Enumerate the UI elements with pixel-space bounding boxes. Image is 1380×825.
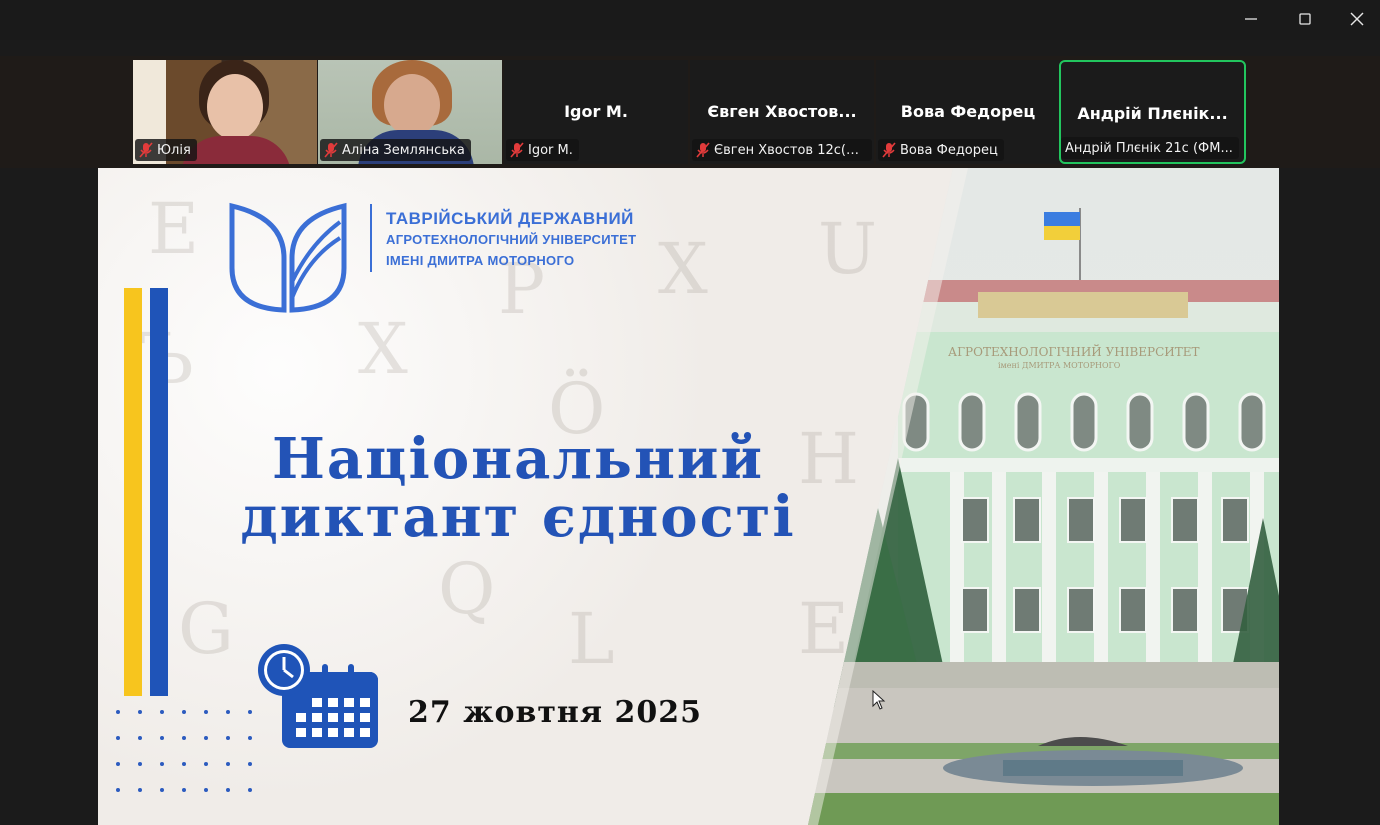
participant-name-tag: Євген Хвостов 12с(Ф... <box>692 139 872 161</box>
participant-tag-label: Юлія <box>157 142 191 158</box>
slide-date: 27 жовтня 2025 <box>408 695 702 730</box>
participant-tag-label: Андрій Плєнік 21с (ФМ... <box>1065 140 1233 156</box>
participant-display-name: Вова Федорец <box>900 102 1036 121</box>
building-sign-line2: імені ДМИТРА МОТОРНОГО <box>998 361 1121 370</box>
participant-tile-active-speaker[interactable]: Андрій Плєнік... Андрій Плєнік 21с (ФМ..… <box>1059 60 1246 164</box>
title-bar <box>0 0 1380 40</box>
participant-tag-label: Igor M. <box>528 142 573 158</box>
video-person-face <box>207 74 263 140</box>
university-name-line1: ТАВРІЙСЬКИЙ ДЕРЖАВНИЙ <box>386 209 634 228</box>
mouse-cursor-icon <box>872 690 886 710</box>
maximize-button[interactable] <box>1282 0 1328 38</box>
participant-tile[interactable]: Аліна Землянська <box>318 60 502 164</box>
participant-tile[interactable]: Вова Федорец Вова Федорец <box>876 60 1060 164</box>
university-name-line2: АГРОТЕХНОЛОГІЧНИЙ УНІВЕРСИТЕТ <box>386 232 637 247</box>
participant-name-tag: Вова Федорец <box>878 139 1004 161</box>
participant-tile[interactable]: Євген Хвостов... Євген Хвостов 12с(Ф... <box>690 60 874 164</box>
participant-tile[interactable]: Igor M. Igor M. <box>504 60 688 164</box>
mic-muted-icon <box>510 142 524 158</box>
close-button[interactable] <box>1334 0 1380 38</box>
calendar-clock-icon <box>258 644 378 748</box>
slide-title-line2: диктант єдності <box>240 484 796 550</box>
shared-screen-slide: E Ъ X P X U Ö Q G L H Е <box>98 168 1279 825</box>
yellow-stripe <box>124 288 142 696</box>
participant-display-name: Igor M. <box>564 102 628 121</box>
university-name-line3: ІМЕНІ ДМИТРА МОТОРНОГО <box>386 253 575 268</box>
participant-name-tag: Аліна Землянська <box>320 139 471 161</box>
close-icon <box>1350 12 1364 26</box>
participant-display-name: Андрій Плєнік... <box>1077 104 1228 123</box>
participant-name-tag: Андрій Плєнік 21с (ФМ... <box>1061 137 1239 159</box>
participant-name-tag: Юлія <box>135 139 197 161</box>
participant-tag-label: Євген Хвостов 12с(Ф... <box>714 142 866 158</box>
participant-name-tag: Igor M. <box>506 139 579 161</box>
slide-title: Національний диктант єдності <box>238 430 798 546</box>
maximize-icon <box>1299 13 1311 25</box>
mic-muted-icon <box>324 142 338 158</box>
university-logo-icon <box>229 202 347 313</box>
mic-muted-icon <box>696 142 710 158</box>
university-name: ТАВРІЙСЬКИЙ ДЕРЖАВНИЙ АГРОТЕХНОЛОГІЧНИЙ … <box>386 208 636 271</box>
participant-display-name: Євген Хвостов... <box>707 102 857 121</box>
participant-tag-label: Аліна Землянська <box>342 142 465 158</box>
dot-pattern <box>116 710 252 792</box>
logo-divider <box>370 204 372 272</box>
mic-muted-icon <box>882 142 896 158</box>
participant-strip: Юлія Аліна Землянська Igor M. Igor M. Єв… <box>0 56 1380 168</box>
minimize-icon <box>1245 18 1257 20</box>
video-person-face <box>384 74 440 136</box>
participant-tag-label: Вова Федорец <box>900 142 998 158</box>
minimize-button[interactable] <box>1228 0 1274 38</box>
participant-tile[interactable]: Юлія <box>133 60 317 164</box>
building-sign-line1: АГРОТЕХНОЛОГІЧНИЙ УНІВЕРСИТЕТ <box>948 343 1200 359</box>
slide-title-line1: Національний <box>271 426 764 492</box>
blue-stripe <box>150 288 168 696</box>
meeting-window: Юлія Аліна Землянська Igor M. Igor M. Єв… <box>0 0 1380 825</box>
mic-muted-icon <box>139 142 153 158</box>
